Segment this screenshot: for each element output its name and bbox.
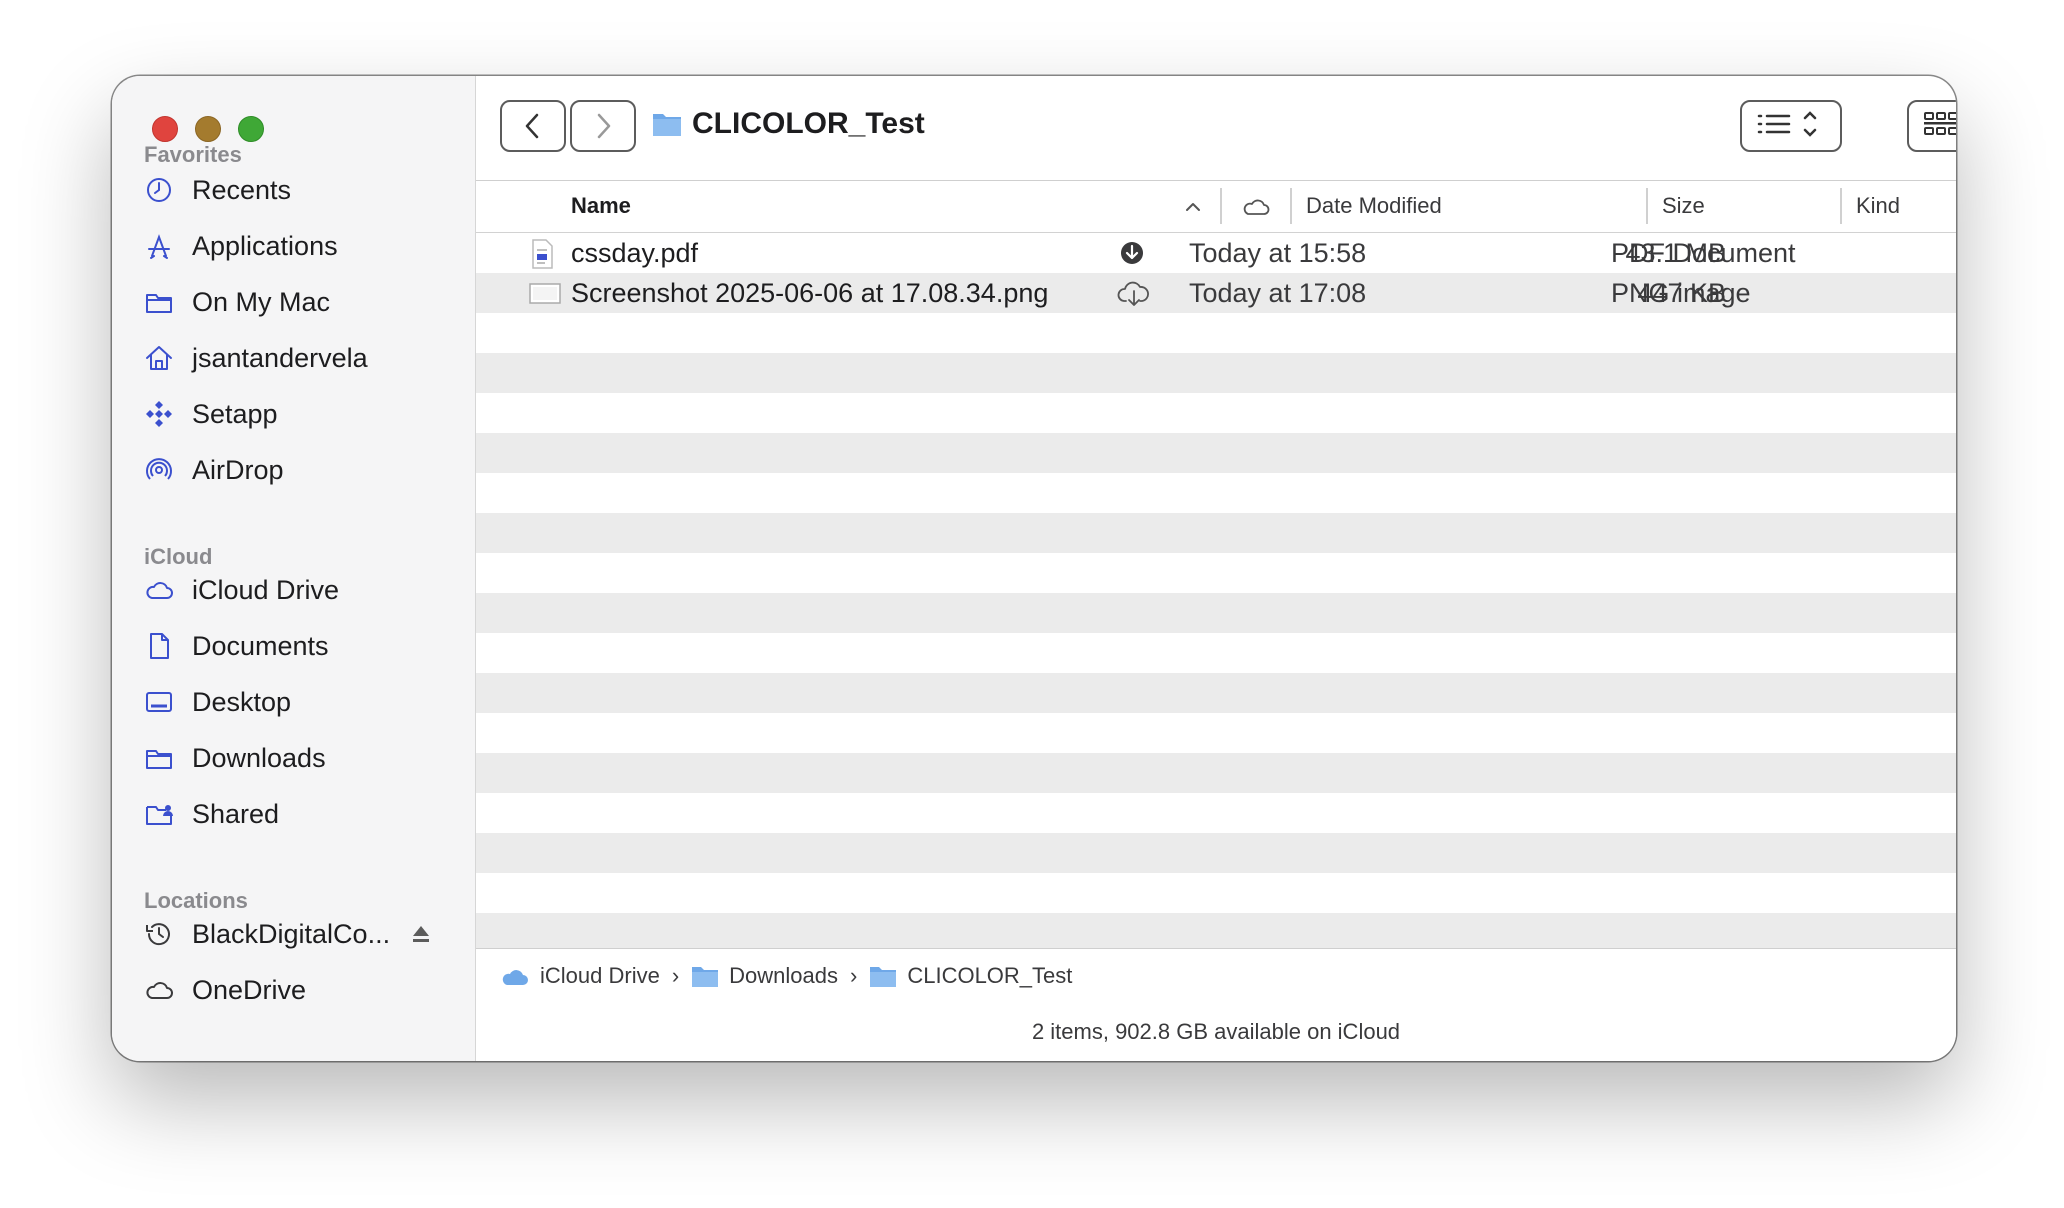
path-item-icloud-drive[interactable]: iCloud Drive — [500, 963, 660, 989]
sidebar-item-label: Shared — [192, 798, 280, 829]
file-kind: PDF Document — [1611, 238, 1796, 268]
sidebar-item-label: BlackDigitalCo... — [192, 918, 391, 949]
sidebar-item-backup-drive[interactable]: BlackDigitalCo... — [144, 910, 390, 958]
icloud-status-column-icon[interactable] — [1240, 194, 1272, 218]
column-headers: Name Date Modified Size Kind — [476, 180, 1956, 233]
main-content: CLICOLOR_Test Name Date Modified Size Ki… — [476, 76, 1956, 1061]
grid-view-icon — [1924, 112, 1956, 135]
chevron-right-icon: › — [671, 963, 680, 988]
sidebar-item-desktop[interactable]: Desktop — [144, 678, 291, 726]
window-title: CLICOLOR_Test — [652, 107, 925, 141]
folder-icon — [144, 743, 174, 773]
sidebar-item-label: AirDrop — [192, 454, 284, 485]
file-name: Screenshot 2025-06-06 at 17.08.34.png — [571, 278, 1049, 308]
path-bar: iCloud Drive › Downloads › CLICOLOR_Test — [476, 948, 1956, 1004]
path-item-downloads[interactable]: Downloads — [691, 963, 838, 989]
window-title-text: CLICOLOR_Test — [692, 107, 925, 140]
folder-icon — [144, 287, 174, 317]
clock-icon — [144, 175, 174, 205]
column-header-name[interactable]: Name — [571, 193, 631, 219]
toolbar: CLICOLOR_Test — [476, 76, 1956, 181]
column-header-size[interactable]: Size — [1662, 193, 1705, 219]
path-item-label: Downloads — [729, 963, 838, 988]
eject-icon[interactable] — [410, 923, 432, 945]
minimize-window-button[interactable] — [195, 116, 221, 142]
chevron-left-icon — [525, 113, 539, 139]
sidebar-item-recents[interactable]: Recents — [144, 166, 291, 214]
sidebar-item-applications[interactable]: Applications — [144, 222, 338, 270]
column-header-date[interactable]: Date Modified — [1306, 193, 1442, 219]
applications-icon — [144, 231, 174, 261]
sidebar-item-airdrop[interactable]: AirDrop — [144, 446, 284, 494]
file-date: Today at 17:08 — [1189, 278, 1367, 308]
sidebar-item-label: Recents — [192, 174, 292, 205]
back-button[interactable] — [500, 100, 566, 152]
sidebar-item-label: Applications — [192, 230, 338, 261]
sidebar-item-label: Documents — [192, 630, 329, 661]
finder-window: Favorites Recents Applications On My Mac… — [112, 76, 1956, 1061]
shared-folder-icon — [144, 799, 174, 829]
window-controls — [152, 116, 264, 142]
sidebar-item-documents[interactable]: Documents — [144, 622, 329, 670]
sidebar-item-label: jsantandervela — [192, 342, 368, 373]
document-icon — [144, 631, 174, 661]
time-machine-icon — [144, 919, 174, 949]
file-date: Today at 15:58 — [1189, 238, 1367, 268]
chevron-right-icon: › — [850, 963, 858, 988]
file-name: cssday.pdf — [571, 238, 699, 268]
folder-icon — [653, 114, 681, 136]
sidebar-item-shared[interactable]: Shared — [144, 790, 279, 838]
sidebar-item-home[interactable]: jsantandervela — [144, 334, 368, 382]
forward-button[interactable] — [570, 100, 636, 152]
status-bar: 2 items, 902.8 GB available on iCloud — [476, 1003, 1956, 1061]
chevron-right-icon — [597, 113, 611, 139]
sidebar-item-setapp[interactable]: Setapp — [144, 390, 278, 438]
group-by-button[interactable] — [1907, 100, 1956, 152]
sidebar-item-label: Downloads — [192, 742, 326, 773]
close-window-button[interactable] — [152, 116, 178, 142]
sidebar-item-label: OneDrive — [192, 974, 307, 1005]
cloud-icon — [502, 970, 528, 985]
sidebar-item-onedrive[interactable]: OneDrive — [144, 966, 306, 1014]
cloud-download-icon[interactable] — [1116, 277, 1152, 309]
cloud-icon — [144, 975, 174, 1005]
column-header-kind[interactable]: Kind — [1856, 193, 1900, 219]
zoom-window-button[interactable] — [238, 116, 264, 142]
sidebar-item-label: Setapp — [192, 398, 278, 429]
pdf-file-icon — [532, 239, 553, 269]
view-options-button[interactable] — [1740, 100, 1842, 152]
airdrop-icon — [144, 455, 174, 485]
folder-icon — [870, 967, 897, 987]
png-file-icon — [529, 283, 561, 304]
file-list: cssday.pdf Today at 15:58 43.1 MB PDF Do… — [476, 233, 1956, 1023]
sidebar-item-downloads[interactable]: Downloads — [144, 734, 326, 782]
downloading-icon[interactable] — [1116, 237, 1148, 269]
favorites-section-label: Favorites — [144, 142, 242, 167]
sidebar-item-label: Desktop — [192, 686, 292, 717]
cloud-icon — [144, 575, 174, 605]
sidebar-item-label: iCloud Drive — [192, 574, 340, 605]
folder-icon — [692, 967, 719, 987]
sidebar-item-on-my-mac[interactable]: On My Mac — [144, 278, 330, 326]
sidebar-item-icloud-drive[interactable]: iCloud Drive — [144, 566, 339, 614]
path-item-label: iCloud Drive — [540, 963, 660, 988]
path-item-label: CLICOLOR_Test — [907, 963, 1073, 988]
sidebar: Favorites Recents Applications On My Mac… — [112, 76, 476, 1061]
table-row[interactable]: cssday.pdf Today at 15:58 43.1 MB PDF Do… — [476, 233, 1956, 273]
table-row[interactable]: Screenshot 2025-06-06 at 17.08.34.png To… — [476, 273, 1956, 313]
list-view-icon — [1757, 111, 1817, 137]
desktop-icon — [144, 687, 174, 717]
sort-ascending-icon[interactable] — [1184, 201, 1202, 213]
file-kind: PNG image — [1611, 278, 1751, 308]
path-item-current-folder[interactable]: CLICOLOR_Test — [869, 963, 1072, 989]
sidebar-item-label: On My Mac — [192, 286, 331, 317]
home-icon — [144, 343, 174, 373]
setapp-icon — [144, 399, 174, 429]
